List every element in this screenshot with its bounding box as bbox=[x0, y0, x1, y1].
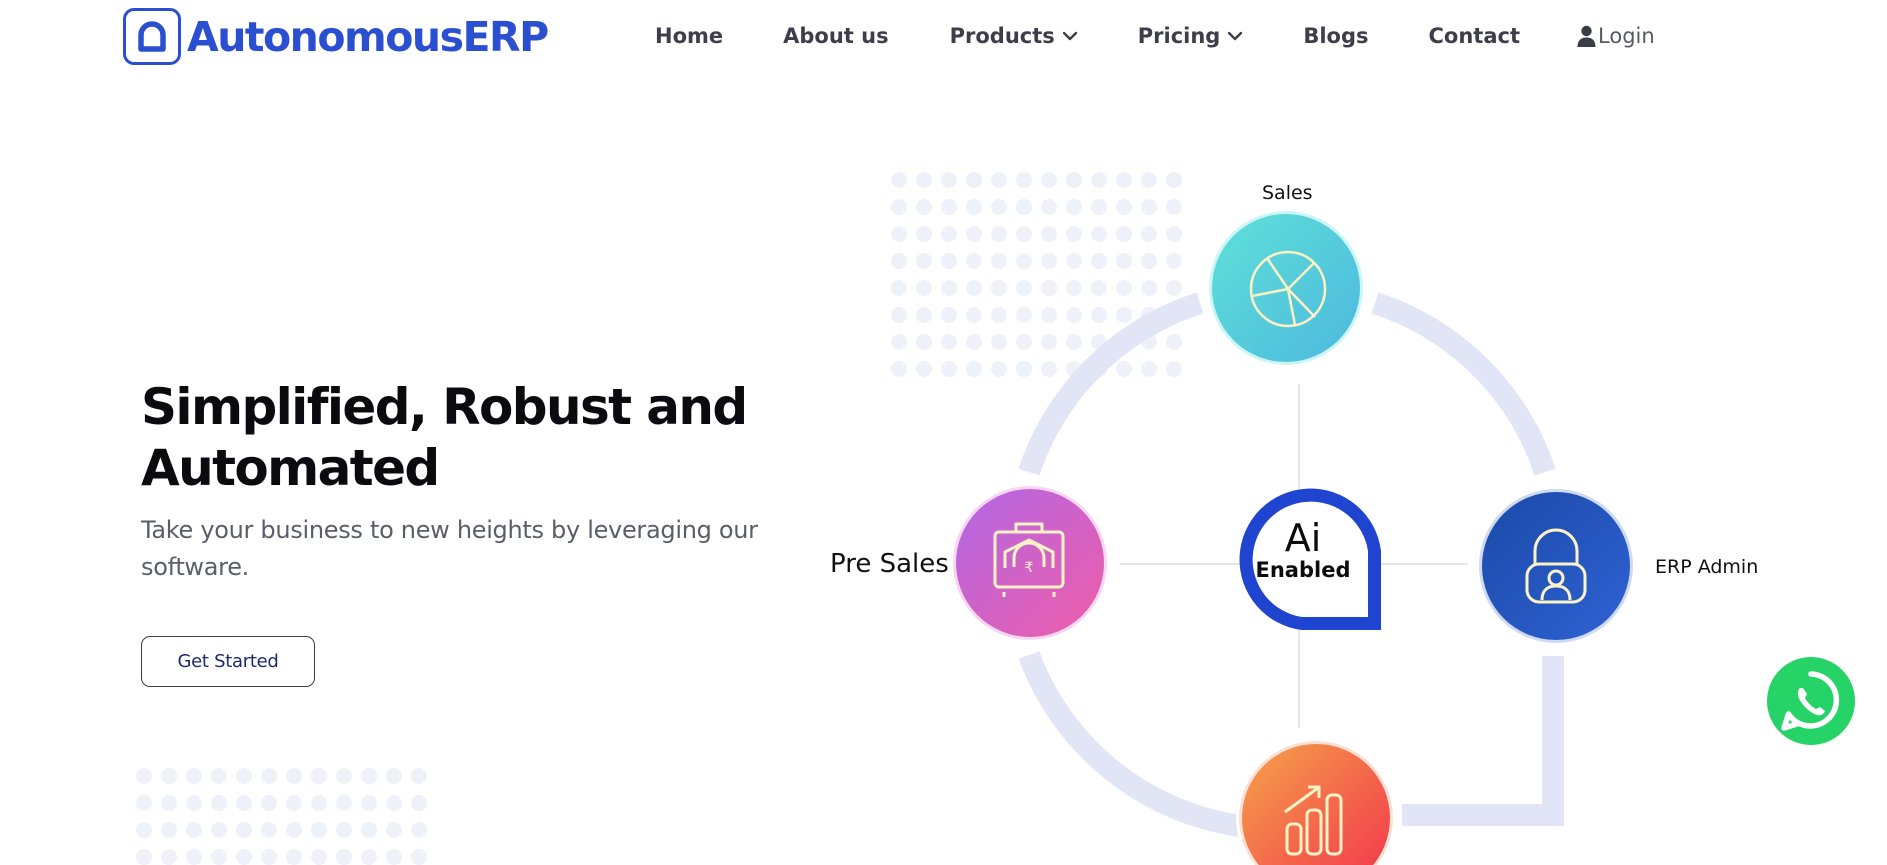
ai-enabled-badge: Ai Enabled bbox=[1229, 518, 1377, 582]
node-label-sales: Sales bbox=[1262, 182, 1313, 204]
node-label-erp-admin: ERP Admin bbox=[1655, 556, 1759, 578]
brand-logo[interactable]: AutonomousERP bbox=[123, 8, 549, 65]
node-erp-admin bbox=[1476, 486, 1636, 646]
node-label-pre-sales: Pre Sales bbox=[830, 549, 949, 579]
nav-login[interactable]: Login bbox=[1576, 24, 1655, 48]
hero-title: Simplified, Robust and Automated bbox=[141, 377, 821, 499]
user-lock-icon bbox=[1525, 528, 1587, 604]
nav-products[interactable]: Products bbox=[950, 24, 1078, 48]
nav-about-label: About us bbox=[783, 24, 889, 48]
nav-contact-label: Contact bbox=[1428, 24, 1521, 48]
nav-home-label: Home bbox=[655, 24, 724, 48]
brand-name: AutonomousERP bbox=[187, 12, 549, 61]
nav-blogs-label: Blogs bbox=[1303, 24, 1369, 48]
chevron-down-icon bbox=[1062, 31, 1077, 41]
dot-pattern-top bbox=[888, 170, 1188, 386]
nav-home[interactable]: Home bbox=[655, 24, 723, 48]
hero-title-line1: Simplified, Robust and bbox=[141, 378, 748, 436]
nav-products-label: Products bbox=[949, 24, 1055, 48]
ai-badge-sub: Enabled bbox=[1255, 558, 1351, 582]
node-growth bbox=[1236, 738, 1396, 865]
ring-corner bbox=[1402, 656, 1564, 826]
node-pre-sales: ₹ bbox=[950, 483, 1110, 643]
nav-pricing[interactable]: Pricing bbox=[1138, 24, 1244, 48]
nav-pricing-label: Pricing bbox=[1137, 24, 1221, 48]
hero-title-line2: Automated bbox=[141, 439, 440, 497]
get-started-button[interactable]: Get Started bbox=[141, 636, 315, 687]
nav-login-label: Login bbox=[1598, 24, 1655, 48]
svg-text:₹: ₹ bbox=[1025, 560, 1034, 576]
nav-about-us[interactable]: About us bbox=[783, 24, 888, 48]
pie-chart-icon bbox=[1249, 250, 1327, 328]
nav-blogs[interactable]: Blogs bbox=[1303, 24, 1368, 48]
brand-mark-icon bbox=[123, 8, 181, 65]
growth-chart-icon bbox=[1284, 785, 1343, 856]
ai-badge-main: Ai bbox=[1284, 516, 1322, 560]
node-sales bbox=[1206, 208, 1366, 368]
chevron-down-icon bbox=[1228, 31, 1243, 41]
user-icon bbox=[1577, 25, 1596, 47]
whatsapp-icon[interactable] bbox=[1766, 656, 1856, 746]
briefcase-rupee-icon bbox=[993, 522, 1065, 597]
dot-pattern-bottom bbox=[133, 766, 433, 865]
nav-contact[interactable]: Contact bbox=[1429, 24, 1521, 48]
main-nav: Home About us Products Pricing Blogs Con… bbox=[655, 20, 1655, 52]
hero-subtitle: Take your business to new heights by lev… bbox=[141, 516, 758, 581]
